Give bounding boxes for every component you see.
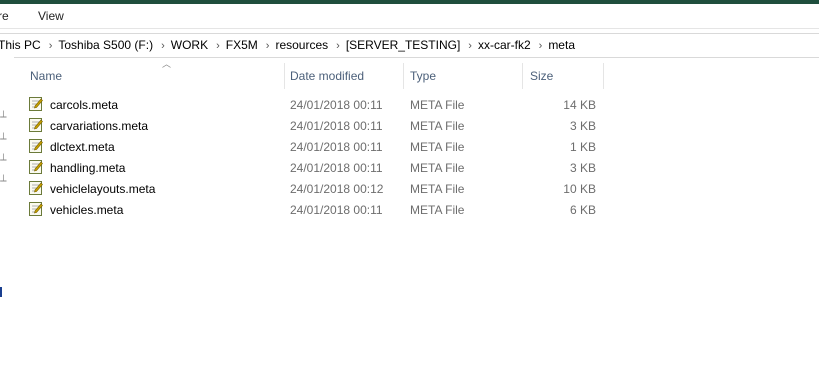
file-row[interactable]: vehicles.meta 24/01/2018 00:11 META File… bbox=[28, 199, 608, 220]
ribbon-tab-view[interactable]: View bbox=[38, 9, 64, 23]
file-date: 24/01/2018 00:11 bbox=[290, 119, 383, 133]
meta-file-icon bbox=[29, 181, 43, 195]
chevron-right-icon[interactable]: › bbox=[49, 40, 53, 52]
chevron-right-icon[interactable]: › bbox=[161, 40, 165, 52]
pin-icon[interactable]: ⟂ bbox=[0, 131, 7, 142]
meta-file-icon bbox=[29, 160, 43, 174]
meta-file-icon bbox=[29, 202, 43, 216]
file-name: handling.meta bbox=[50, 161, 126, 175]
file-name: carcols.meta bbox=[50, 98, 119, 112]
column-size[interactable]: Size bbox=[530, 69, 553, 83]
chevron-right-icon[interactable]: › bbox=[539, 40, 543, 52]
chevron-right-icon[interactable]: › bbox=[216, 40, 220, 52]
file-type: META File bbox=[410, 140, 465, 154]
column-name[interactable]: Name bbox=[30, 69, 62, 83]
column-header: ︿ Name Date modified Type Size bbox=[14, 59, 614, 89]
crumb-server-testing[interactable]: [SERVER_TESTING] bbox=[346, 38, 460, 52]
file-date: 24/01/2018 00:12 bbox=[290, 182, 384, 196]
file-row[interactable]: dlctext.meta 24/01/2018 00:11 META File … bbox=[28, 136, 608, 157]
file-date: 24/01/2018 00:11 bbox=[290, 161, 383, 175]
navigation-pane[interactable]: ⟂ ⟂ ⟂ ⟂ bbox=[0, 57, 14, 378]
file-name: vehicles.meta bbox=[50, 203, 124, 217]
crumb-drive[interactable]: Toshiba S500 (F:) bbox=[58, 38, 153, 52]
file-type: META File bbox=[410, 161, 465, 175]
file-type: META File bbox=[410, 182, 465, 196]
nav-selection-marker bbox=[0, 287, 2, 297]
column-type[interactable]: Type bbox=[410, 69, 436, 83]
file-date: 24/01/2018 00:11 bbox=[290, 98, 383, 112]
meta-file-icon bbox=[29, 139, 43, 153]
ribbon-tabs: re View bbox=[0, 4, 819, 29]
file-size: 6 KB bbox=[569, 203, 596, 217]
sort-up-icon: ︿ bbox=[162, 59, 172, 69]
file-row[interactable]: carvariations.meta 24/01/2018 00:11 META… bbox=[28, 115, 608, 136]
file-type: META File bbox=[410, 119, 465, 133]
crumb-meta[interactable]: meta bbox=[548, 38, 575, 52]
pin-icon[interactable]: ⟂ bbox=[0, 109, 7, 120]
file-size: 3 KB bbox=[569, 119, 596, 133]
file-size: 14 KB bbox=[563, 98, 596, 112]
crumb-resources[interactable]: resources bbox=[275, 38, 328, 52]
chevron-right-icon[interactable]: › bbox=[336, 40, 340, 52]
meta-file-icon bbox=[29, 118, 43, 132]
file-type: META File bbox=[410, 98, 465, 112]
column-date-modified[interactable]: Date modified bbox=[290, 69, 364, 83]
file-size: 10 KB bbox=[563, 182, 596, 196]
meta-file-icon bbox=[29, 97, 43, 111]
address-bar[interactable]: This PC › Toshiba S500 (F:) › WORK › FX5M › reso… bbox=[0, 33, 819, 58]
chevron-right-icon[interactable]: › bbox=[266, 40, 270, 52]
pin-icon[interactable]: ⟂ bbox=[0, 173, 7, 184]
column-divider[interactable] bbox=[522, 63, 523, 89]
column-divider[interactable] bbox=[284, 63, 285, 89]
file-type: META File bbox=[410, 203, 465, 217]
crumb-this-pc[interactable]: This PC bbox=[0, 38, 41, 52]
file-size: 3 KB bbox=[569, 161, 596, 175]
column-divider[interactable] bbox=[403, 63, 404, 89]
file-row[interactable]: handling.meta 24/01/2018 00:11 META File… bbox=[28, 157, 608, 178]
file-date: 24/01/2018 00:11 bbox=[290, 140, 383, 154]
file-name: carvariations.meta bbox=[50, 119, 149, 133]
file-date: 24/01/2018 00:11 bbox=[290, 203, 383, 217]
file-size: 1 KB bbox=[569, 140, 596, 154]
file-name: vehiclelayouts.meta bbox=[50, 182, 156, 196]
crumb-xx-car-fk2[interactable]: xx-car-fk2 bbox=[478, 38, 531, 52]
file-name: dlctext.meta bbox=[50, 140, 115, 154]
column-divider[interactable] bbox=[603, 63, 604, 89]
crumb-work[interactable]: WORK bbox=[171, 38, 208, 52]
file-row[interactable]: vehiclelayouts.meta 24/01/2018 00:12 MET… bbox=[28, 178, 608, 199]
ribbon-tab-share[interactable]: re bbox=[0, 9, 9, 23]
crumb-fx5m[interactable]: FX5M bbox=[226, 38, 258, 52]
file-row[interactable]: carcols.meta 24/01/2018 00:11 META File … bbox=[28, 94, 608, 115]
pin-icon[interactable]: ⟂ bbox=[0, 152, 7, 163]
breadcrumb: This PC › Toshiba S500 (F:) › WORK › FX5M › reso… bbox=[0, 38, 575, 52]
chevron-right-icon[interactable]: › bbox=[468, 40, 472, 52]
